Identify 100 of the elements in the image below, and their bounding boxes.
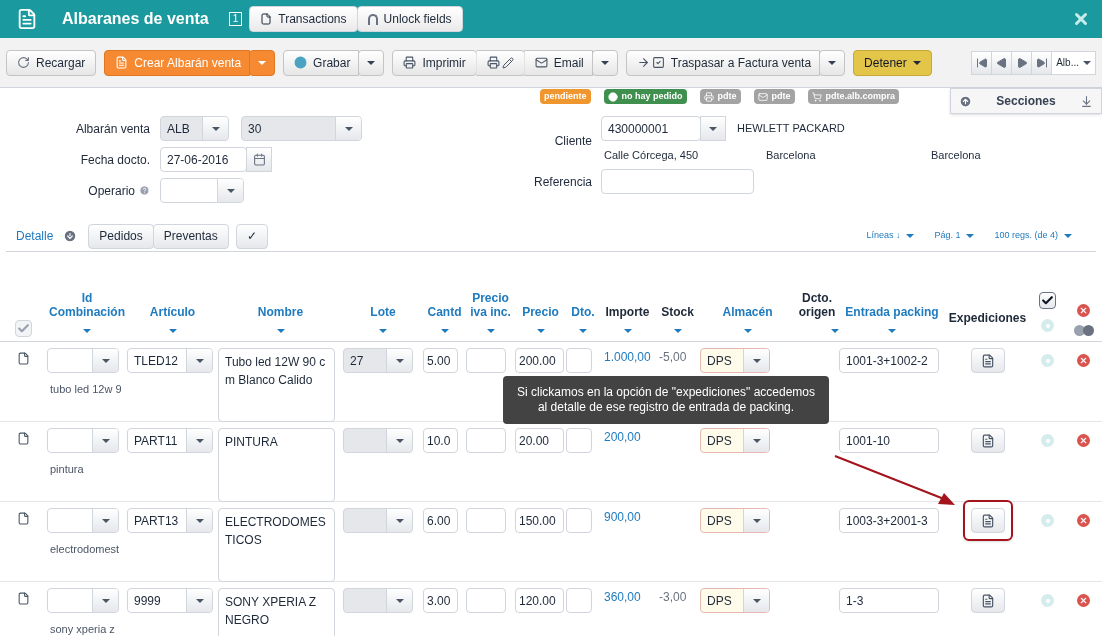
next-button[interactable] (1011, 50, 1033, 75)
dropdown-button[interactable] (819, 49, 846, 76)
number-select[interactable]: 30 (241, 116, 362, 141)
column-header[interactable]: Entrada packing (845, 305, 939, 319)
dropdown-button[interactable] (591, 49, 618, 76)
first-page-button[interactable] (971, 50, 993, 75)
discount-field[interactable] (566, 428, 592, 453)
print-edit-button[interactable] (475, 49, 525, 76)
detail-button[interactable]: ✓ (235, 223, 268, 249)
discount-field[interactable] (566, 508, 592, 533)
price-tax-field[interactable] (466, 588, 506, 613)
filter-caret-icon[interactable] (486, 329, 495, 333)
serie-select[interactable]: ALB (160, 116, 229, 141)
discount-field[interactable] (566, 348, 592, 373)
toolbar-button[interactable]: Detener (853, 49, 932, 76)
name-field[interactable]: ELECTRODOMESTICOS (218, 508, 335, 582)
name-field[interactable]: Tubo led 12W 90 cm Blanco Calido (218, 348, 335, 422)
article-select[interactable]: 9999 (127, 588, 213, 613)
column-header[interactable]: Artículo (149, 305, 196, 319)
quantity-field[interactable]: 10.0 (423, 428, 458, 453)
filter-caret-icon[interactable] (83, 329, 91, 333)
column-header[interactable]: Precio iva inc. (466, 291, 515, 319)
checkbox[interactable] (1039, 292, 1056, 309)
delete-icon[interactable] (1077, 514, 1090, 527)
column-header[interactable]: Id Combinación (47, 291, 127, 319)
quantity-field[interactable]: 5.00 (423, 348, 458, 373)
price-tax-field[interactable] (466, 428, 506, 453)
client-field[interactable]: 430000001 (601, 116, 701, 141)
filter-caret-icon[interactable] (379, 329, 387, 333)
warehouse-select[interactable]: DPS (700, 428, 770, 453)
price-field[interactable]: 120.00 (515, 588, 564, 613)
price-field[interactable]: 150.00 (515, 508, 564, 533)
delete-icon[interactable] (1077, 594, 1090, 607)
header-button[interactable]: Unlock fields (356, 6, 463, 32)
detail-button[interactable]: Pedidos (88, 223, 154, 249)
toolbar-button[interactable]: Email (523, 49, 593, 76)
dropdown-button[interactable] (249, 49, 276, 76)
column-header[interactable]: Dto. (571, 305, 595, 319)
filter-caret-icon[interactable] (743, 329, 752, 333)
delete-icon[interactable] (1077, 354, 1090, 367)
shipments-button[interactable] (970, 428, 1005, 453)
name-field[interactable]: PINTURA (218, 428, 335, 502)
dropdown-button[interactable] (700, 116, 726, 141)
pager-dropdown[interactable]: 100 regs. (de 4) (994, 229, 1072, 243)
date-field[interactable]: 27-06-2016 (160, 147, 247, 172)
article-select[interactable]: TLED12 (127, 348, 213, 373)
filter-caret-icon[interactable] (168, 329, 177, 333)
document-icon[interactable] (17, 592, 30, 605)
filter-caret-icon[interactable] (536, 329, 545, 333)
packing-entry-field[interactable]: 1001-10 (839, 428, 939, 453)
toolbar-button[interactable]: Grabar (283, 49, 360, 76)
column-header[interactable]: Precio (522, 305, 559, 319)
delete-icon[interactable] (1077, 304, 1090, 317)
detail-button[interactable]: Preventas (152, 223, 229, 249)
dropdown-button[interactable] (358, 49, 385, 76)
discount-field[interactable] (566, 588, 592, 613)
filter-caret-icon[interactable] (888, 329, 896, 333)
packing-entry-field[interactable]: 1003-3+2001-3 (839, 508, 939, 533)
filter-caret-icon[interactable] (623, 329, 632, 333)
lot-select[interactable]: 27 (343, 348, 413, 373)
reference-field[interactable] (601, 169, 754, 194)
record-select[interactable]: Alb... (1051, 50, 1096, 75)
shipments-button[interactable] (970, 348, 1005, 373)
price-tax-field[interactable] (466, 508, 506, 533)
article-select[interactable]: PART13 (127, 508, 213, 533)
article-select[interactable]: PART11 (127, 428, 213, 453)
shipments-button[interactable] (970, 508, 1005, 533)
help-icon[interactable] (139, 185, 150, 196)
column-header[interactable]: Lote (370, 305, 396, 319)
detail-tab[interactable]: Detalle (16, 227, 54, 245)
column-header[interactable]: Nombre (257, 305, 304, 319)
toolbar-button[interactable]: Traspasar a Factura venta (625, 49, 821, 76)
previous-button[interactable] (991, 50, 1013, 75)
last-page-button[interactable] (1031, 50, 1053, 75)
download-icon[interactable] (1080, 94, 1093, 108)
filter-caret-icon[interactable] (276, 329, 285, 333)
toggle-icons[interactable] (1073, 325, 1094, 336)
document-icon[interactable] (17, 432, 30, 445)
warehouse-select[interactable]: DPS (700, 348, 770, 373)
filter-caret-icon[interactable] (579, 329, 587, 333)
quantity-field[interactable]: 6.00 (423, 508, 458, 533)
toolbar-button[interactable]: Imprimir (392, 49, 477, 76)
pager-dropdown[interactable]: Líneas ↓ (866, 229, 915, 243)
filter-caret-icon[interactable] (673, 329, 682, 333)
calendar-button[interactable] (246, 147, 272, 172)
document-icon[interactable] (17, 352, 30, 365)
price-tax-field[interactable] (466, 348, 506, 373)
price-field[interactable]: 200.00 (515, 348, 564, 373)
warehouse-select[interactable]: DPS (700, 508, 770, 533)
delete-icon[interactable] (1077, 434, 1090, 447)
toolbar-button[interactable]: Recargar (6, 49, 97, 76)
price-field[interactable]: 20.00 (515, 428, 564, 453)
packing-entry-field[interactable]: 1-3 (839, 588, 939, 613)
quantity-field[interactable]: 3.00 (423, 588, 458, 613)
filter-caret-icon[interactable] (831, 329, 839, 333)
name-field[interactable]: SONY XPERIA Z NEGRO (218, 588, 335, 636)
document-icon[interactable] (17, 512, 30, 525)
close-icon[interactable] (1072, 10, 1090, 28)
warehouse-select[interactable]: DPS (700, 588, 770, 613)
filter-caret-icon[interactable] (440, 329, 449, 333)
